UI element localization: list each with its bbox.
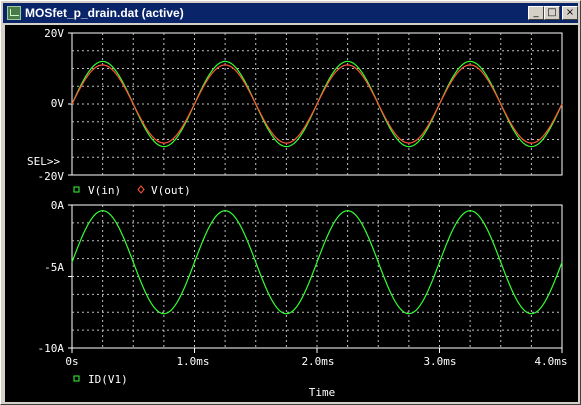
minimize-button[interactable]: _ bbox=[528, 6, 544, 20]
xtick-label: 2.0ms bbox=[301, 355, 334, 368]
title-bar[interactable]: MOSfet_p_drain.dat (active) _ □ × bbox=[3, 3, 578, 23]
xtick-label: 3.0ms bbox=[423, 355, 456, 368]
legend-square-icon bbox=[73, 186, 80, 193]
bottom-ytick-label: -5A bbox=[44, 261, 64, 274]
xtick-label: 4.0ms bbox=[534, 355, 567, 368]
maximize-button[interactable]: □ bbox=[544, 6, 560, 20]
bottom-ytick-label: 0A bbox=[51, 199, 65, 212]
legend-id[interactable]: ID(V1) bbox=[88, 373, 128, 386]
legend-vin[interactable]: V(in) bbox=[88, 184, 121, 197]
legend-vout[interactable]: V(out) bbox=[151, 184, 191, 197]
probe-window: MOSfet_p_drain.dat (active) _ □ × 20V 0V… bbox=[0, 0, 581, 405]
top-ytick-label: 0V bbox=[51, 97, 65, 110]
plot-area[interactable]: 20V 0V -20V SEL>> V(in) V(out) 0A -5A -1… bbox=[5, 25, 578, 402]
x-axis-label: Time bbox=[309, 386, 336, 399]
xtick-label: 1.0ms bbox=[176, 355, 209, 368]
window-title: MOSfet_p_drain.dat (active) bbox=[25, 6, 184, 20]
probe-app-icon[interactable] bbox=[7, 6, 21, 20]
top-ytick-label: 20V bbox=[44, 27, 64, 40]
legend-square-icon bbox=[73, 375, 80, 382]
close-button[interactable]: × bbox=[562, 6, 578, 20]
top-ytick-label: -20V bbox=[38, 170, 65, 183]
bottom-ytick-label: -10A bbox=[38, 342, 65, 355]
sel-marker[interactable]: SEL>> bbox=[27, 155, 60, 168]
legend-diamond-icon bbox=[137, 185, 145, 194]
xtick-label: 0s bbox=[65, 355, 78, 368]
waveform-plot[interactable]: 20V 0V -20V SEL>> V(in) V(out) 0A -5A -1… bbox=[5, 25, 578, 402]
